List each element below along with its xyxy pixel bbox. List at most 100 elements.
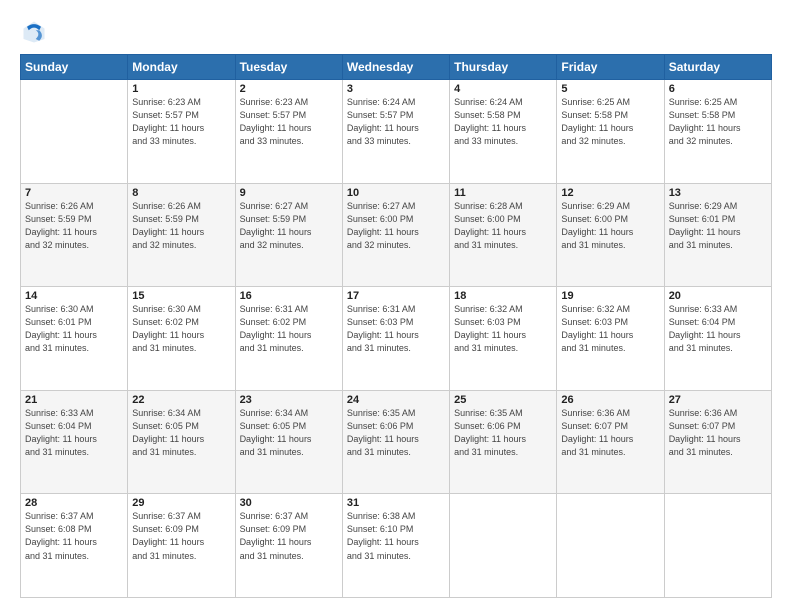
- calendar-day-header: Wednesday: [342, 55, 449, 80]
- calendar-week-row: 7Sunrise: 6:26 AM Sunset: 5:59 PM Daylig…: [21, 183, 772, 287]
- day-info: Sunrise: 6:35 AM Sunset: 6:06 PM Dayligh…: [454, 407, 552, 459]
- day-info: Sunrise: 6:36 AM Sunset: 6:07 PM Dayligh…: [561, 407, 659, 459]
- day-info: Sunrise: 6:37 AM Sunset: 6:09 PM Dayligh…: [132, 510, 230, 562]
- day-number: 21: [25, 394, 123, 406]
- day-number: 31: [347, 497, 445, 509]
- day-info: Sunrise: 6:38 AM Sunset: 6:10 PM Dayligh…: [347, 510, 445, 562]
- day-info: Sunrise: 6:25 AM Sunset: 5:58 PM Dayligh…: [561, 96, 659, 148]
- day-info: Sunrise: 6:37 AM Sunset: 6:08 PM Dayligh…: [25, 510, 123, 562]
- day-number: 14: [25, 290, 123, 302]
- day-info: Sunrise: 6:23 AM Sunset: 5:57 PM Dayligh…: [132, 96, 230, 148]
- day-info: Sunrise: 6:35 AM Sunset: 6:06 PM Dayligh…: [347, 407, 445, 459]
- day-number: 23: [240, 394, 338, 406]
- day-number: 10: [347, 187, 445, 199]
- calendar-week-row: 14Sunrise: 6:30 AM Sunset: 6:01 PM Dayli…: [21, 287, 772, 391]
- calendar-cell: 3Sunrise: 6:24 AM Sunset: 5:57 PM Daylig…: [342, 80, 449, 184]
- calendar-cell: 18Sunrise: 6:32 AM Sunset: 6:03 PM Dayli…: [450, 287, 557, 391]
- calendar-day-header: Sunday: [21, 55, 128, 80]
- day-number: 16: [240, 290, 338, 302]
- calendar-cell: 2Sunrise: 6:23 AM Sunset: 5:57 PM Daylig…: [235, 80, 342, 184]
- calendar-cell: 10Sunrise: 6:27 AM Sunset: 6:00 PM Dayli…: [342, 183, 449, 287]
- day-info: Sunrise: 6:33 AM Sunset: 6:04 PM Dayligh…: [25, 407, 123, 459]
- calendar-cell: 29Sunrise: 6:37 AM Sunset: 6:09 PM Dayli…: [128, 494, 235, 598]
- day-info: Sunrise: 6:24 AM Sunset: 5:57 PM Dayligh…: [347, 96, 445, 148]
- calendar-cell: 4Sunrise: 6:24 AM Sunset: 5:58 PM Daylig…: [450, 80, 557, 184]
- day-info: Sunrise: 6:36 AM Sunset: 6:07 PM Dayligh…: [669, 407, 767, 459]
- calendar-cell: 19Sunrise: 6:32 AM Sunset: 6:03 PM Dayli…: [557, 287, 664, 391]
- day-info: Sunrise: 6:32 AM Sunset: 6:03 PM Dayligh…: [454, 303, 552, 355]
- calendar-cell: 23Sunrise: 6:34 AM Sunset: 6:05 PM Dayli…: [235, 390, 342, 494]
- day-number: 26: [561, 394, 659, 406]
- day-info: Sunrise: 6:34 AM Sunset: 6:05 PM Dayligh…: [240, 407, 338, 459]
- day-info: Sunrise: 6:25 AM Sunset: 5:58 PM Dayligh…: [669, 96, 767, 148]
- day-number: 11: [454, 187, 552, 199]
- calendar-cell: 31Sunrise: 6:38 AM Sunset: 6:10 PM Dayli…: [342, 494, 449, 598]
- calendar-cell: 21Sunrise: 6:33 AM Sunset: 6:04 PM Dayli…: [21, 390, 128, 494]
- calendar-cell: 15Sunrise: 6:30 AM Sunset: 6:02 PM Dayli…: [128, 287, 235, 391]
- day-number: 20: [669, 290, 767, 302]
- day-number: 22: [132, 394, 230, 406]
- calendar-week-row: 1Sunrise: 6:23 AM Sunset: 5:57 PM Daylig…: [21, 80, 772, 184]
- calendar-cell: 30Sunrise: 6:37 AM Sunset: 6:09 PM Dayli…: [235, 494, 342, 598]
- calendar-cell: [21, 80, 128, 184]
- day-info: Sunrise: 6:31 AM Sunset: 6:03 PM Dayligh…: [347, 303, 445, 355]
- calendar-cell: 14Sunrise: 6:30 AM Sunset: 6:01 PM Dayli…: [21, 287, 128, 391]
- day-info: Sunrise: 6:28 AM Sunset: 6:00 PM Dayligh…: [454, 200, 552, 252]
- calendar-cell: 12Sunrise: 6:29 AM Sunset: 6:00 PM Dayli…: [557, 183, 664, 287]
- day-number: 13: [669, 187, 767, 199]
- calendar-cell: [557, 494, 664, 598]
- calendar-day-header: Monday: [128, 55, 235, 80]
- calendar-cell: 5Sunrise: 6:25 AM Sunset: 5:58 PM Daylig…: [557, 80, 664, 184]
- day-number: 24: [347, 394, 445, 406]
- calendar-cell: 24Sunrise: 6:35 AM Sunset: 6:06 PM Dayli…: [342, 390, 449, 494]
- day-number: 8: [132, 187, 230, 199]
- calendar-cell: [664, 494, 771, 598]
- logo: [20, 18, 52, 46]
- day-number: 9: [240, 187, 338, 199]
- day-number: 19: [561, 290, 659, 302]
- day-number: 30: [240, 497, 338, 509]
- day-info: Sunrise: 6:29 AM Sunset: 6:01 PM Dayligh…: [669, 200, 767, 252]
- calendar-week-row: 28Sunrise: 6:37 AM Sunset: 6:08 PM Dayli…: [21, 494, 772, 598]
- day-number: 6: [669, 83, 767, 95]
- calendar-day-header: Tuesday: [235, 55, 342, 80]
- day-info: Sunrise: 6:27 AM Sunset: 5:59 PM Dayligh…: [240, 200, 338, 252]
- day-info: Sunrise: 6:26 AM Sunset: 5:59 PM Dayligh…: [132, 200, 230, 252]
- day-number: 17: [347, 290, 445, 302]
- calendar-cell: 26Sunrise: 6:36 AM Sunset: 6:07 PM Dayli…: [557, 390, 664, 494]
- day-info: Sunrise: 6:24 AM Sunset: 5:58 PM Dayligh…: [454, 96, 552, 148]
- day-info: Sunrise: 6:31 AM Sunset: 6:02 PM Dayligh…: [240, 303, 338, 355]
- day-number: 7: [25, 187, 123, 199]
- day-info: Sunrise: 6:26 AM Sunset: 5:59 PM Dayligh…: [25, 200, 123, 252]
- calendar-cell: 20Sunrise: 6:33 AM Sunset: 6:04 PM Dayli…: [664, 287, 771, 391]
- calendar-cell: 1Sunrise: 6:23 AM Sunset: 5:57 PM Daylig…: [128, 80, 235, 184]
- day-info: Sunrise: 6:23 AM Sunset: 5:57 PM Dayligh…: [240, 96, 338, 148]
- calendar-cell: 13Sunrise: 6:29 AM Sunset: 6:01 PM Dayli…: [664, 183, 771, 287]
- calendar-day-header: Saturday: [664, 55, 771, 80]
- day-number: 4: [454, 83, 552, 95]
- day-number: 18: [454, 290, 552, 302]
- calendar-cell: 22Sunrise: 6:34 AM Sunset: 6:05 PM Dayli…: [128, 390, 235, 494]
- calendar-cell: 27Sunrise: 6:36 AM Sunset: 6:07 PM Dayli…: [664, 390, 771, 494]
- day-info: Sunrise: 6:30 AM Sunset: 6:02 PM Dayligh…: [132, 303, 230, 355]
- calendar-cell: 16Sunrise: 6:31 AM Sunset: 6:02 PM Dayli…: [235, 287, 342, 391]
- calendar-day-header: Friday: [557, 55, 664, 80]
- day-number: 27: [669, 394, 767, 406]
- day-info: Sunrise: 6:27 AM Sunset: 6:00 PM Dayligh…: [347, 200, 445, 252]
- calendar-cell: 7Sunrise: 6:26 AM Sunset: 5:59 PM Daylig…: [21, 183, 128, 287]
- day-number: 1: [132, 83, 230, 95]
- day-info: Sunrise: 6:34 AM Sunset: 6:05 PM Dayligh…: [132, 407, 230, 459]
- day-number: 25: [454, 394, 552, 406]
- calendar-cell: 28Sunrise: 6:37 AM Sunset: 6:08 PM Dayli…: [21, 494, 128, 598]
- calendar-cell: 8Sunrise: 6:26 AM Sunset: 5:59 PM Daylig…: [128, 183, 235, 287]
- calendar-cell: 11Sunrise: 6:28 AM Sunset: 6:00 PM Dayli…: [450, 183, 557, 287]
- day-info: Sunrise: 6:30 AM Sunset: 6:01 PM Dayligh…: [25, 303, 123, 355]
- calendar-header-row: SundayMondayTuesdayWednesdayThursdayFrid…: [21, 55, 772, 80]
- day-number: 3: [347, 83, 445, 95]
- calendar-cell: [450, 494, 557, 598]
- day-number: 12: [561, 187, 659, 199]
- calendar-cell: 6Sunrise: 6:25 AM Sunset: 5:58 PM Daylig…: [664, 80, 771, 184]
- page: SundayMondayTuesdayWednesdayThursdayFrid…: [0, 0, 792, 612]
- day-info: Sunrise: 6:37 AM Sunset: 6:09 PM Dayligh…: [240, 510, 338, 562]
- day-info: Sunrise: 6:32 AM Sunset: 6:03 PM Dayligh…: [561, 303, 659, 355]
